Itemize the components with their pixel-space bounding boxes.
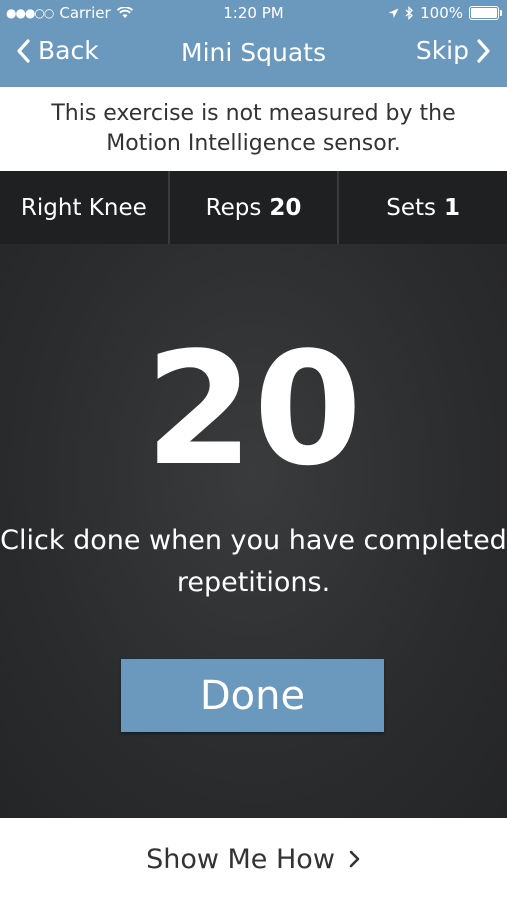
location-arrow-icon xyxy=(388,8,399,18)
sensor-notice: This exercise is not measured by the Mot… xyxy=(0,87,507,171)
skip-label: Skip xyxy=(415,36,469,65)
status-bar: ●●●○○ Carrier 1:20 PM 100% xyxy=(0,0,507,26)
battery-percentage: 100% xyxy=(420,4,463,22)
rep-counter: 20 xyxy=(144,318,363,500)
reps-value: 20 xyxy=(269,194,302,221)
show-me-how-label: Show Me How xyxy=(146,843,335,875)
navigation-bar: Back Mini Squats Skip xyxy=(0,26,507,87)
reps-label: Reps xyxy=(205,194,262,221)
show-me-how-button[interactable]: Show Me How xyxy=(0,818,507,900)
stat-sets: Sets 1 xyxy=(339,171,507,244)
app-header: ●●●○○ Carrier 1:20 PM 100% Back Mini Squ… xyxy=(0,0,507,87)
exercise-stats-bar: Right Knee Reps 20 Sets 1 xyxy=(0,171,507,244)
chevron-right-icon xyxy=(349,850,360,868)
status-right-group: 100% xyxy=(388,4,502,22)
counter-panel: 20 Click done when you have completed re… xyxy=(0,244,507,818)
chevron-right-icon xyxy=(477,38,490,63)
stat-side: Right Knee xyxy=(0,171,170,244)
bluetooth-icon xyxy=(405,6,414,20)
sets-label: Sets xyxy=(386,194,437,221)
instruction-text: Click done when you have completed repet… xyxy=(0,525,507,598)
sets-value: 1 xyxy=(444,194,461,221)
stat-reps: Reps 20 xyxy=(170,171,340,244)
sensor-notice-text: This exercise is not measured by the Mot… xyxy=(51,101,456,156)
done-button[interactable]: Done xyxy=(121,659,384,732)
skip-button[interactable]: Skip xyxy=(416,36,491,65)
side-label: Right Knee xyxy=(20,194,147,221)
battery-icon xyxy=(469,6,502,20)
